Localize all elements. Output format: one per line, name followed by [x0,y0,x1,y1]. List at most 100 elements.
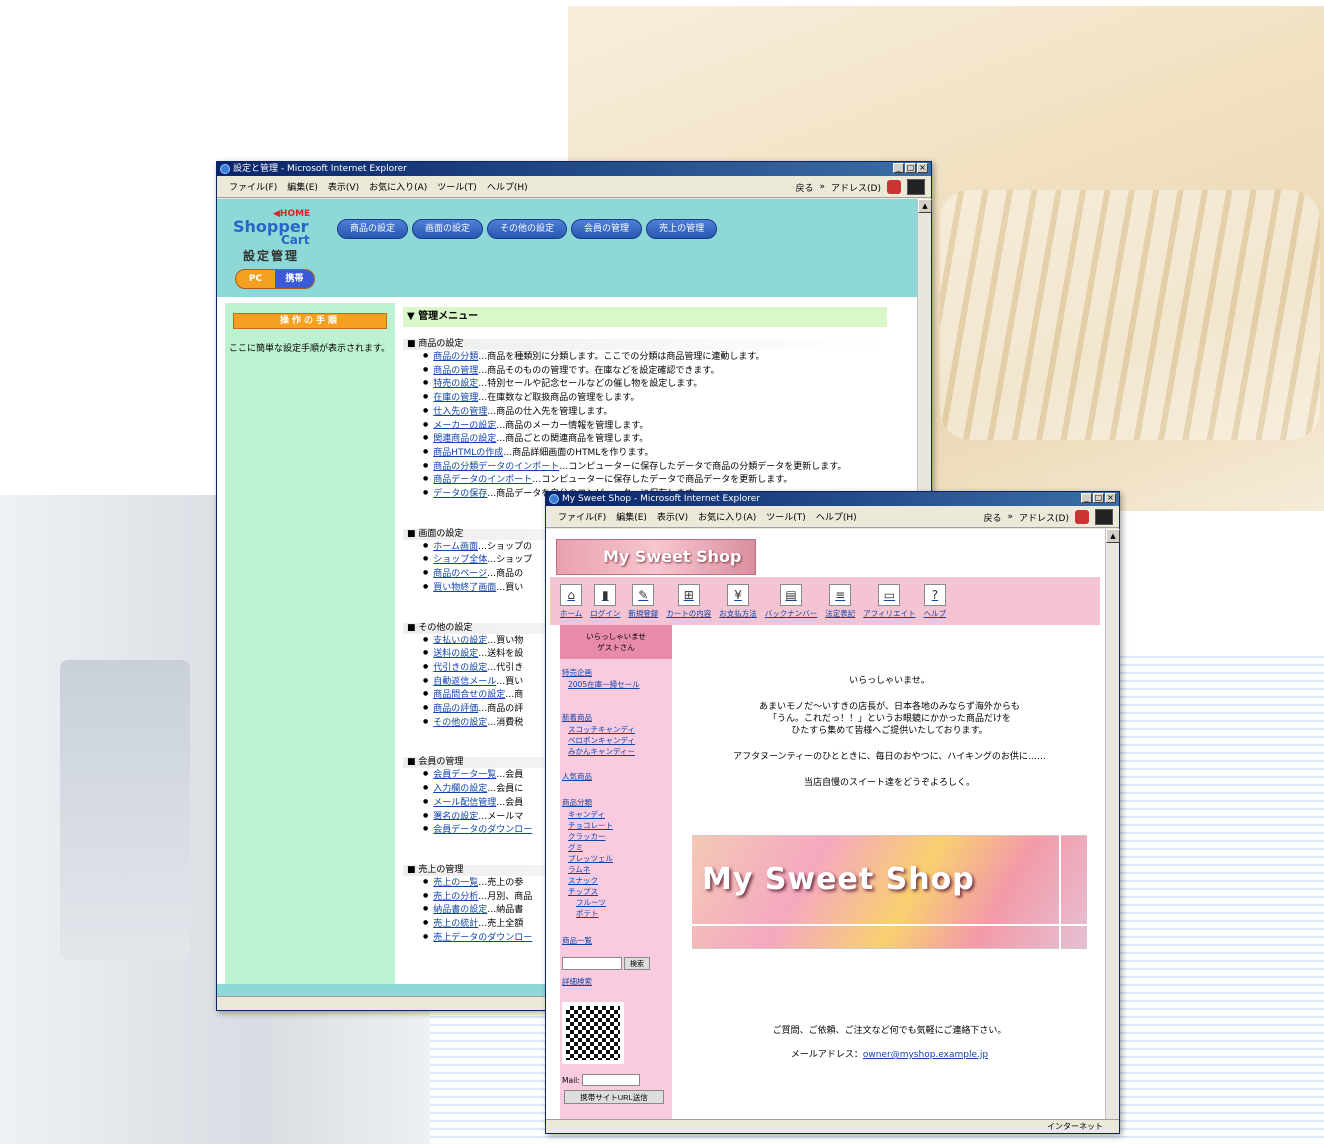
menu-link[interactable]: 仕入先の管理 [433,407,487,417]
category-item[interactable]: グミ [562,842,670,853]
minimize-button[interactable]: _ [1081,493,1092,503]
search-button[interactable]: 検索 [624,957,650,970]
nav-other-settings[interactable]: その他の設定 [487,219,568,239]
new-item[interactable]: ベロポンキャンディ [562,735,670,746]
category-item[interactable]: クラッカー [562,831,670,842]
menu-link[interactable]: 商品の分類データのインポート [433,462,559,472]
menu-link[interactable]: 特売の設定 [433,379,478,389]
nav-sales-management[interactable]: 売上の管理 [646,219,718,239]
shopper-cart-logo[interactable]: ◀HOME Shopper Cart 設定管理 [233,209,313,263]
nav-payment[interactable]: ¥ お支払方法 [719,584,757,619]
category-item[interactable]: キャンディ [562,809,670,820]
menu-edit[interactable]: 編集(E) [287,180,318,193]
menu-link[interactable]: 支払いの設定 [433,635,487,645]
scroll-up-button[interactable]: ▲ [918,199,932,213]
minimize-button[interactable]: _ [893,163,904,173]
menu-favorites[interactable]: お気に入り(A) [369,180,427,193]
toolbar-more[interactable]: » [1008,512,1014,522]
shop-banner[interactable]: My Sweet Shop [556,539,756,575]
menu-link[interactable]: 買い物終了画面 [433,583,496,593]
menu-link[interactable]: メーカーの設定 [433,420,496,430]
close-button[interactable]: × [1105,493,1116,503]
maximize-button[interactable]: □ [905,163,916,173]
menu-help[interactable]: ヘルプ(H) [487,180,528,193]
menu-link[interactable]: 納品書の設定 [433,905,487,915]
back-button[interactable]: 戻る [984,511,1002,524]
new-item[interactable]: みかんキャンディー [562,746,670,757]
menu-link[interactable]: ホーム画面 [433,542,478,552]
menu-favorites[interactable]: お気に入り(A) [698,510,756,523]
nav-affiliate[interactable]: ▭ アフィリエイト [863,584,916,619]
menu-link[interactable]: 売上データのダウンロー [433,933,532,943]
nav-product-settings[interactable]: 商品の設定 [337,219,409,239]
nav-legal[interactable]: ≡ 法定表記 [825,584,855,619]
category-item[interactable]: プレッツェル [562,853,670,864]
menu-link[interactable]: 商品HTMLの作成 [433,448,503,458]
menu-link[interactable]: 会員データ一覧 [433,770,496,780]
menu-file[interactable]: ファイル(F) [558,510,606,523]
pc-toggle-button[interactable]: PC [236,270,275,288]
scroll-up-button[interactable]: ▲ [1106,529,1120,543]
menu-link[interactable]: 自動返信メール [433,677,496,687]
menu-link[interactable]: 売上の一覧 [433,878,478,888]
mail-address-link[interactable]: owner@myshop.example.jp [863,1050,988,1060]
category-item[interactable]: チップス [562,886,670,897]
send-mobile-url-button[interactable]: 携帯サイトURL送信 [564,1090,664,1104]
toolbar-more[interactable]: » [820,182,826,192]
menu-link[interactable]: その他の設定 [433,718,487,728]
nav-login[interactable]: ▮ ログイン [590,584,620,619]
menu-edit[interactable]: 編集(E) [616,510,647,523]
menu-link[interactable]: 商品の管理 [433,366,478,376]
menu-link[interactable]: 商品の評価 [433,704,478,714]
menu-tools[interactable]: ツール(T) [437,180,477,193]
shop-title-bar[interactable]: My Sweet Shop - Microsoft Internet Explo… [546,492,1119,506]
address-label[interactable]: アドレス(D) [1019,511,1069,524]
maximize-button[interactable]: □ [1093,493,1104,503]
menu-view[interactable]: 表示(V) [328,180,359,193]
menu-link[interactable]: 在庫の管理 [433,393,478,403]
menu-help[interactable]: ヘルプ(H) [816,510,857,523]
menu-link[interactable]: 商品データのインポート [433,475,532,485]
shop-scrollbar[interactable]: ▲ [1105,529,1120,1119]
menu-link[interactable]: 商品問合せの設定 [433,690,505,700]
new-item[interactable]: スコッチキャンディ [562,724,670,735]
links-icon[interactable] [887,180,901,194]
nav-cart[interactable]: ⊞ カートの内容 [666,584,711,619]
menu-link[interactable]: 商品のページ [433,569,487,579]
links-icon[interactable] [1075,510,1089,524]
category-item[interactable]: チョコレート [562,820,670,831]
nav-member-management[interactable]: 会員の管理 [571,219,643,239]
menu-file[interactable]: ファイル(F) [229,180,277,193]
mail-input[interactable] [581,1074,640,1086]
sale-item[interactable]: 2005在庫一掃セール [562,679,670,690]
category-title[interactable]: 商品分類 [562,797,670,808]
admin-title-bar[interactable]: 設定と管理 - Microsoft Internet Explorer _ □ … [217,162,931,176]
category-item[interactable]: スナック [562,875,670,886]
menu-link[interactable]: 署名の設定 [433,811,478,821]
menu-link[interactable]: 関連商品の設定 [433,434,496,444]
sale-title[interactable]: 特売企画 [562,667,670,678]
menu-link[interactable]: 会員データのダウンロー [433,825,532,835]
search-input[interactable] [562,957,622,970]
category-item[interactable]: ラムネ [562,864,670,875]
new-title[interactable]: 新着商品 [562,712,670,723]
address-label[interactable]: アドレス(D) [831,181,881,194]
menu-tools[interactable]: ツール(T) [766,510,806,523]
menu-link[interactable]: 送料の設定 [433,649,478,659]
advanced-search-link[interactable]: 詳細検索 [562,976,670,987]
subcategory-item[interactable]: フルーツ [562,897,670,908]
menu-link[interactable]: 売上の統計 [433,919,478,929]
menu-link[interactable]: 代引きの設定 [433,663,487,673]
popular-link[interactable]: 人気商品 [562,771,670,782]
nav-screen-settings[interactable]: 画面の設定 [412,219,484,239]
nav-home[interactable]: ⌂ ホーム [560,584,582,619]
menu-link[interactable]: 売上の分析 [433,892,478,902]
close-button[interactable]: × [917,163,928,173]
list-all-link[interactable]: 商品一覧 [562,935,670,946]
menu-link[interactable]: ショップ全体 [433,555,487,565]
menu-view[interactable]: 表示(V) [657,510,688,523]
mobile-toggle-button[interactable]: 携帯 [275,270,314,288]
nav-help[interactable]: ? ヘルプ [924,584,946,619]
menu-link[interactable]: 商品の分類 [433,352,478,362]
subcategory-item[interactable]: ポテト [562,908,670,919]
